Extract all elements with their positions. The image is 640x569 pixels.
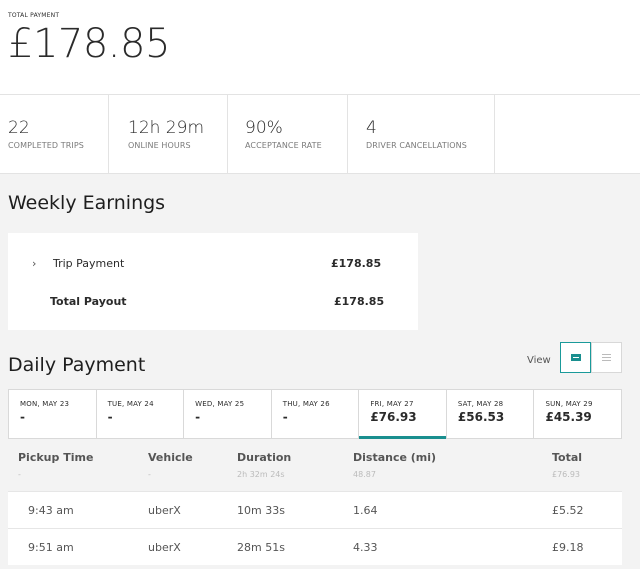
stat-value: 90% xyxy=(245,118,283,138)
summary-total: £76.93 xyxy=(552,470,580,479)
day-tab-tue[interactable]: TUE, MAY 24 - xyxy=(97,390,185,438)
day-tab-thu[interactable]: THU, MAY 26 - xyxy=(272,390,360,438)
day-name: SUN, MAY 29 xyxy=(545,400,593,408)
total-payment-header: TOTAL PAYMENT £178.85 xyxy=(0,0,640,95)
summary-duration: 2h 32m 24s xyxy=(237,470,285,479)
day-name: SAT, MAY 28 xyxy=(457,400,504,408)
weekly-earnings-card: › Trip Payment £178.85 Total Payout £178… xyxy=(8,233,418,330)
cell-vehicle: uberX xyxy=(148,541,181,554)
table-row[interactable]: 9:43 am uberX 10m 33s 1.64 £5.52 xyxy=(8,491,622,528)
total-payment-label: TOTAL PAYMENT xyxy=(8,12,60,19)
stat-driver-cancellations: 4 DRIVER CANCELLATIONS xyxy=(348,95,495,173)
stat-online-hours: 12h 29m ONLINE HOURS xyxy=(109,95,228,173)
header-pickup-time: Pickup Time xyxy=(18,451,94,464)
header-distance: Distance (mi) xyxy=(353,451,437,464)
stat-value: 22 xyxy=(8,118,30,138)
day-name: TUE, MAY 24 xyxy=(107,400,154,408)
table-header: Pickup Time Vehicle Duration Distance (m… xyxy=(8,439,622,491)
trips-table: Pickup Time Vehicle Duration Distance (m… xyxy=(8,439,622,565)
total-payout-amount: £178.85 xyxy=(334,295,385,308)
trip-payment-label: Trip Payment xyxy=(53,257,125,270)
header-total: Total xyxy=(552,451,583,464)
stat-value: 12h 29m xyxy=(128,118,205,138)
summary-distance: 48.87 xyxy=(353,470,376,479)
day-tab-sun[interactable]: SUN, MAY 29 £45.39 xyxy=(534,390,621,438)
day-value: £45.39 xyxy=(545,410,592,424)
stat-acceptance-rate: 90% ACCEPTANCE RATE xyxy=(228,95,348,173)
stat-caption: COMPLETED TRIPS xyxy=(8,141,84,150)
cell-duration: 28m 51s xyxy=(237,541,285,554)
stat-completed-trips: 22 COMPLETED TRIPS xyxy=(0,95,109,173)
chevron-right-icon[interactable]: › xyxy=(32,257,36,270)
summary-pickup-time: - xyxy=(18,470,21,479)
day-name: FRI, MAY 27 xyxy=(370,400,414,408)
stat-caption: ACCEPTANCE RATE xyxy=(245,141,322,150)
trip-payment-amount: £178.85 xyxy=(331,257,382,270)
day-tab-mon[interactable]: MON, MAY 23 - xyxy=(9,390,97,438)
summary-vehicle: - xyxy=(148,470,151,479)
cell-pickup-time: 9:43 am xyxy=(28,504,74,517)
list-view-button[interactable] xyxy=(591,342,622,373)
cell-distance: 4.33 xyxy=(353,541,378,554)
stat-caption: DRIVER CANCELLATIONS xyxy=(366,141,467,150)
view-label: View xyxy=(527,355,551,366)
day-tab-sat[interactable]: SAT, MAY 28 £56.53 xyxy=(447,390,535,438)
cell-distance: 1.64 xyxy=(353,504,378,517)
table-row[interactable]: 9:51 am uberX 28m 51s 4.33 £9.18 xyxy=(8,528,622,565)
day-value: - xyxy=(195,410,201,424)
list-view-icon xyxy=(602,354,611,361)
header-duration: Duration xyxy=(237,451,292,464)
total-payout-label: Total Payout xyxy=(50,295,127,308)
cell-total: £5.52 xyxy=(552,504,584,517)
day-name: WED, MAY 25 xyxy=(195,400,245,408)
day-selector: MON, MAY 23 - TUE, MAY 24 - WED, MAY 25 … xyxy=(8,389,622,439)
stat-caption: ONLINE HOURS xyxy=(128,141,191,150)
stat-value: 4 xyxy=(366,118,377,138)
day-value: - xyxy=(20,410,25,424)
main-content: Weekly Earnings › Trip Payment £178.85 T… xyxy=(0,174,640,569)
day-value: - xyxy=(282,410,288,424)
cell-total: £9.18 xyxy=(552,541,584,554)
card-view-button[interactable] xyxy=(560,342,591,373)
header-vehicle: Vehicle xyxy=(148,451,193,464)
stats-bar: 22 COMPLETED TRIPS 12h 29m ONLINE HOURS … xyxy=(0,95,640,174)
weekly-earnings-title: Weekly Earnings xyxy=(8,192,166,214)
cell-pickup-time: 9:51 am xyxy=(28,541,74,554)
day-tab-wed[interactable]: WED, MAY 25 - xyxy=(184,390,272,438)
day-name: MON, MAY 23 xyxy=(20,400,70,408)
day-value: - xyxy=(107,410,113,424)
day-name: THU, MAY 26 xyxy=(282,400,330,408)
cell-vehicle: uberX xyxy=(148,504,181,517)
total-payment-amount: £178.85 xyxy=(8,21,170,67)
daily-payment-title: Daily Payment xyxy=(8,354,146,376)
day-value: £56.53 xyxy=(457,410,505,424)
card-view-icon xyxy=(570,354,581,361)
day-value: £76.93 xyxy=(370,410,417,424)
day-tab-fri[interactable]: FRI, MAY 27 £76.93 xyxy=(359,390,447,439)
cell-duration: 10m 33s xyxy=(237,504,285,517)
